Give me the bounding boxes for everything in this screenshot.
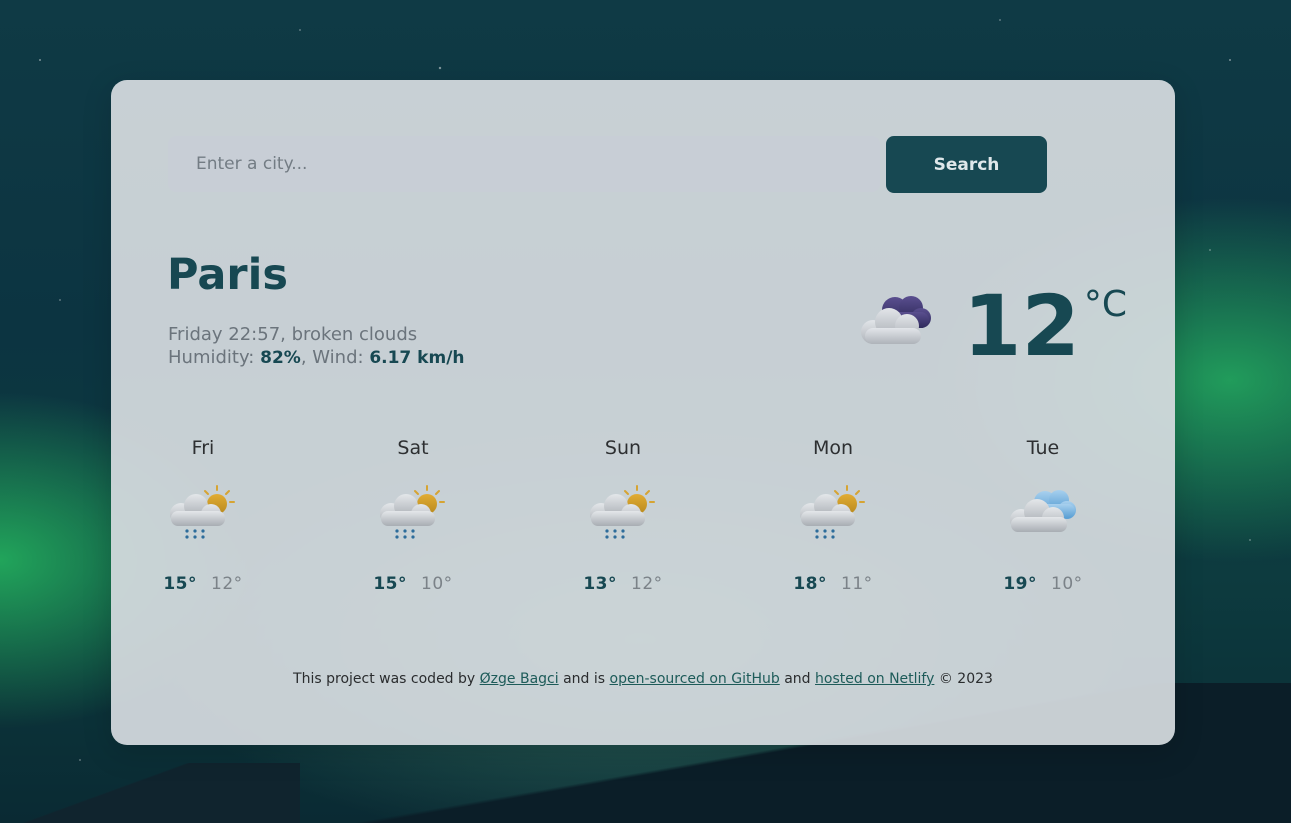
forecast-day: Sun 13° 12° (573, 434, 673, 594)
forecast-day: Sat 15° 10° (363, 434, 463, 594)
humidity-wind: Humidity: 82%, Wind: 6.17 km/h (168, 347, 465, 368)
wind-label: Wind: (312, 347, 364, 368)
forecast-day-name: Mon (812, 437, 854, 459)
forecast-max-temp: 15° (163, 574, 198, 594)
forecast-day-name: Sat (397, 437, 429, 459)
temperature-unit[interactable]: °C (1084, 284, 1127, 325)
humidity-value: 82% (260, 348, 301, 368)
sun-cloud-rain-icon (800, 485, 865, 539)
forecast-temperatures: 19° 10° (993, 574, 1093, 594)
github-link[interactable]: open-sourced on GitHub (610, 671, 780, 687)
current-temperature: 12 °C (963, 276, 1127, 376)
forecast-temperatures: 15° 12° (153, 574, 253, 594)
wind-value: 6.17 km/h (369, 348, 465, 368)
author-link[interactable]: Øzge Bagci (480, 671, 559, 687)
forecast-min-temp: 10° (421, 574, 453, 594)
forecast-temperatures: 15° 10° (363, 574, 463, 594)
sun-cloud-rain-icon (380, 485, 445, 539)
forecast-min-temp: 12° (631, 574, 663, 594)
temperature-value: 12 (963, 277, 1080, 375)
netlify-link[interactable]: hosted on Netlify (815, 671, 934, 687)
search-form: Search (168, 136, 1047, 193)
forecast-day-name: Sun (604, 437, 642, 459)
forecast-day-name: Fri (191, 437, 215, 459)
broken-clouds-night-icon (861, 296, 931, 344)
forecast-min-temp: 10° (1051, 574, 1083, 594)
forecast-max-temp: 18° (793, 574, 828, 594)
clouds-icon (1010, 490, 1076, 532)
forecast-day: Mon 18° 11° (783, 434, 883, 594)
forecast-day-name: Tue (1026, 437, 1060, 459)
forecast-day: Tue 19° 10° (993, 434, 1093, 594)
forecast-max-temp: 15° (373, 574, 408, 594)
footer: This project was coded by Øzge Bagci and… (293, 671, 993, 687)
forecast-max-temp: 19° (1003, 574, 1038, 594)
forecast-max-temp: 13° (583, 574, 618, 594)
forecast-min-temp: 12° (211, 574, 243, 594)
forecast-min-temp: 11° (841, 574, 873, 594)
datetime-description: Friday 22:57, broken clouds (168, 324, 418, 345)
forecast-day: Fri 15° 12° (153, 434, 253, 594)
forecast-temperatures: 13° 12° (573, 574, 673, 594)
humidity-label: Humidity: (168, 347, 255, 368)
sun-cloud-rain-icon (590, 485, 655, 539)
city-name: Paris (167, 250, 288, 300)
weather-card: Search Paris Friday 22:57, broken clouds… (111, 80, 1175, 745)
search-input[interactable] (168, 136, 880, 192)
sun-cloud-rain-icon (170, 485, 235, 539)
forecast-temperatures: 18° 11° (783, 574, 883, 594)
search-button[interactable]: Search (886, 136, 1047, 193)
weather-details: Friday 22:57, broken clouds Humidity: 82… (168, 323, 465, 370)
